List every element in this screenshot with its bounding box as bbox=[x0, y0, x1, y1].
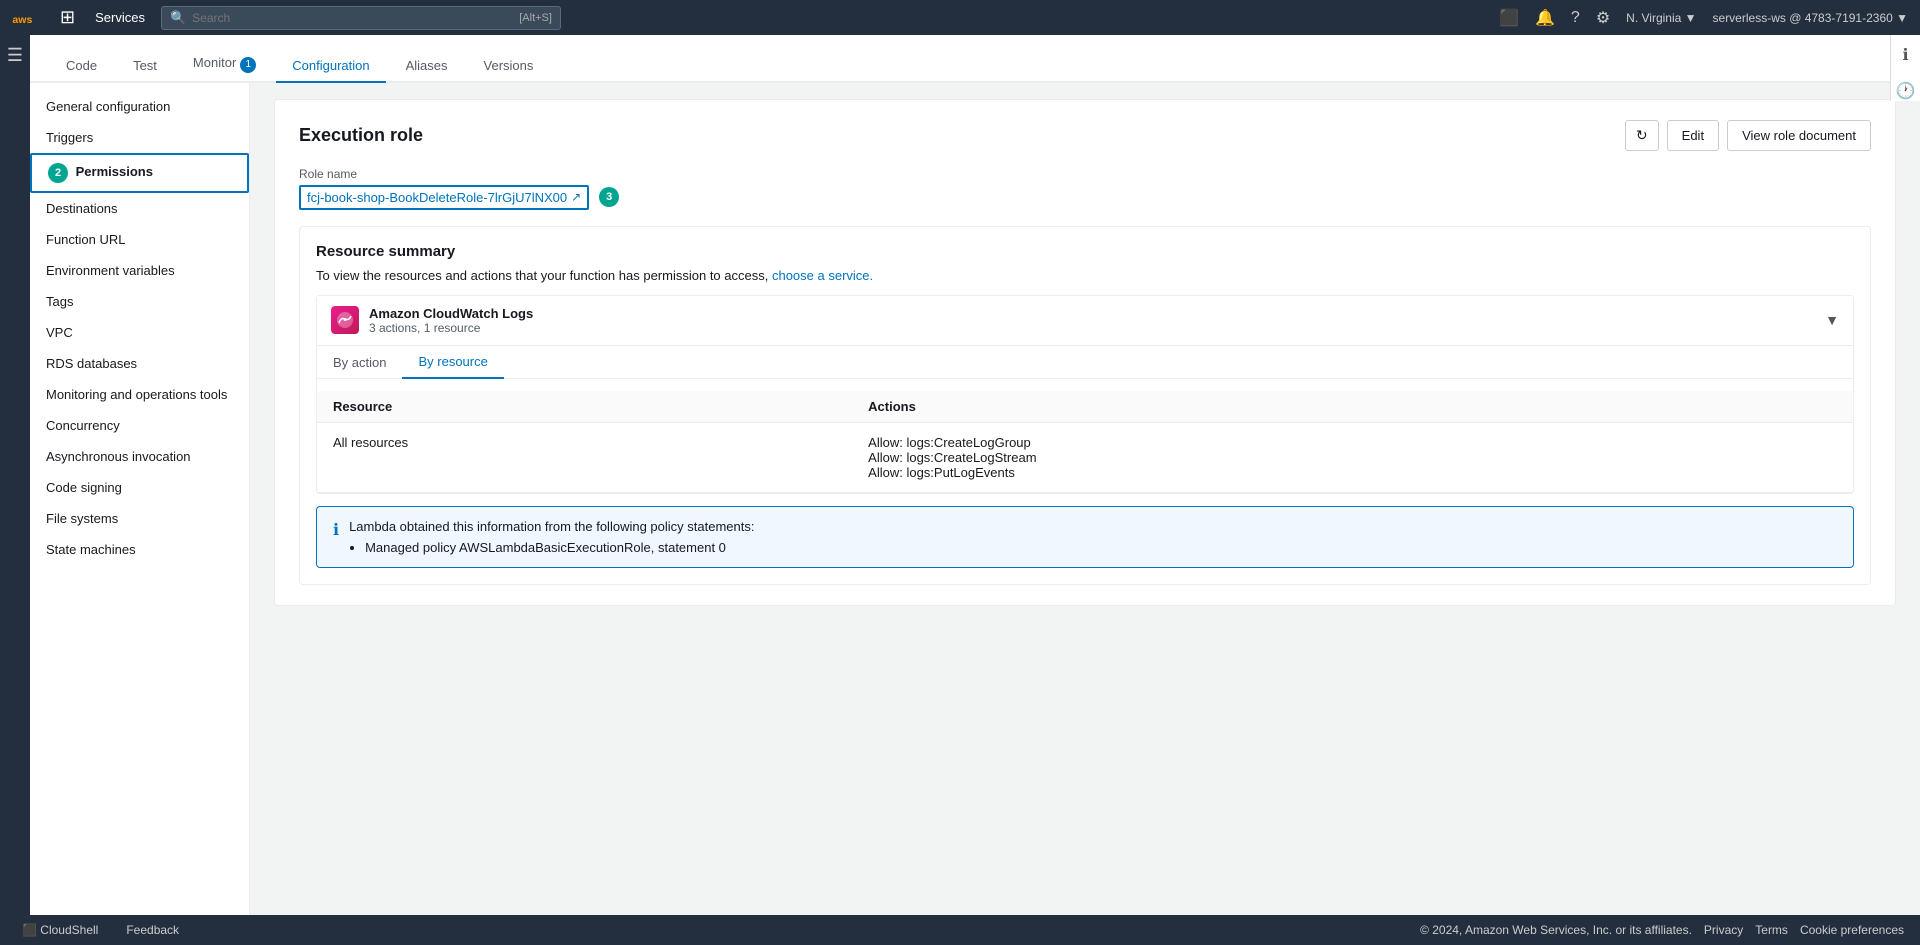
right-panel: ℹ 🕐 bbox=[1890, 35, 1920, 101]
role-name-section: Role name fcj-book-shop-BookDeleteRole-7… bbox=[299, 167, 1871, 210]
nav-general-configuration[interactable]: General configuration bbox=[30, 91, 249, 122]
page-footer: ⬛ CloudShell Feedback © 2024, Amazon Web… bbox=[0, 915, 1920, 945]
nav-state-machines[interactable]: State machines bbox=[30, 534, 249, 565]
main-wrapper: Code Test Monitor1 Configuration Aliases… bbox=[30, 35, 1920, 919]
tab-configuration[interactable]: Configuration bbox=[276, 50, 385, 83]
terms-link[interactable]: Terms bbox=[1755, 923, 1788, 937]
nav-icons: ⬛ 🔔 ? ⚙ N. Virginia ▼ serverless-ws @ 47… bbox=[1499, 8, 1908, 28]
choose-service-link[interactable]: choose a service. bbox=[772, 268, 873, 283]
resource-summary-desc: To view the resources and actions that y… bbox=[316, 268, 1854, 283]
main-panel: Execution role ↻ Edit View role document… bbox=[250, 83, 1920, 919]
svg-text:aws: aws bbox=[12, 13, 32, 25]
info-circle-icon: ℹ bbox=[333, 520, 339, 540]
nav-rds-databases[interactable]: RDS databases bbox=[30, 348, 249, 379]
action-line-1: Allow: logs:CreateLogGroup bbox=[868, 435, 1837, 450]
grid-icon[interactable]: ⊞ bbox=[56, 5, 79, 30]
nav-code-signing[interactable]: Code signing bbox=[30, 472, 249, 503]
nav-region[interactable]: N. Virginia ▼ bbox=[1626, 11, 1696, 25]
tab-monitor[interactable]: Monitor1 bbox=[177, 47, 272, 83]
service-subtitle: 3 actions, 1 resource bbox=[369, 321, 533, 335]
tab-versions[interactable]: Versions bbox=[468, 50, 550, 83]
annotation-2: 2 bbox=[48, 163, 68, 183]
search-shortcut: [Alt+S] bbox=[519, 12, 552, 24]
cloudshell-icon: ⬛ bbox=[22, 923, 37, 937]
table-header-resource: Resource bbox=[317, 391, 852, 423]
tab-bar: Code Test Monitor1 Configuration Aliases… bbox=[30, 35, 1920, 83]
nav-async-invocation[interactable]: Asynchronous invocation bbox=[30, 441, 249, 472]
content-body: General configuration Triggers 2 Permiss… bbox=[30, 83, 1920, 919]
nav-vpc[interactable]: VPC bbox=[30, 317, 249, 348]
nav-permissions[interactable]: 2 Permissions bbox=[30, 153, 249, 193]
section-header: Execution role ↻ Edit View role document bbox=[299, 120, 1871, 151]
service-dropdown: Amazon CloudWatch Logs 3 actions, 1 reso… bbox=[316, 295, 1854, 494]
terminal-icon[interactable]: ⬛ bbox=[1499, 8, 1519, 28]
top-nav: aws ⊞ Services 🔍 [Alt+S] ⬛ 🔔 ? ⚙ N. Virg… bbox=[0, 0, 1920, 35]
footer-right: © 2024, Amazon Web Services, Inc. or its… bbox=[1420, 923, 1904, 937]
nav-function-url[interactable]: Function URL bbox=[30, 224, 249, 255]
sidebar-menu-icon[interactable]: ☰ bbox=[7, 45, 23, 66]
nav-destinations[interactable]: Destinations bbox=[30, 193, 249, 224]
service-name: Amazon CloudWatch Logs bbox=[369, 306, 533, 321]
role-name-label: Role name bbox=[299, 167, 1871, 181]
info-text: Lambda obtained this information from th… bbox=[349, 519, 754, 555]
table-cell-resource: All resources bbox=[317, 422, 852, 492]
annotation-3: 3 bbox=[599, 187, 619, 207]
resource-table: Resource Actions All resources Allow: lo… bbox=[317, 391, 1853, 493]
search-box: 🔍 [Alt+S] bbox=[161, 6, 561, 30]
footer-left: ⬛ CloudShell Feedback bbox=[16, 921, 185, 939]
external-link-icon: ↗ bbox=[571, 190, 581, 204]
page-content: Code Test Monitor1 Configuration Aliases… bbox=[30, 35, 1920, 919]
table-row: All resources Allow: logs:CreateLogGroup… bbox=[317, 422, 1853, 492]
left-sidebar: ☰ bbox=[0, 35, 30, 945]
section-actions: ↻ Edit View role document bbox=[1625, 120, 1871, 151]
nav-concurrency[interactable]: Concurrency bbox=[30, 410, 249, 441]
table-header-actions: Actions bbox=[852, 391, 1853, 423]
left-nav: General configuration Triggers 2 Permiss… bbox=[30, 83, 250, 919]
action-line-3: Allow: logs:PutLogEvents bbox=[868, 465, 1837, 480]
nav-environment-variables[interactable]: Environment variables bbox=[30, 255, 249, 286]
info-icon[interactable]: ℹ bbox=[1902, 45, 1908, 65]
bell-icon[interactable]: 🔔 bbox=[1535, 8, 1555, 28]
info-list-item: Managed policy AWSLambdaBasicExecutionRo… bbox=[365, 540, 754, 555]
refresh-button[interactable]: ↻ bbox=[1625, 120, 1659, 151]
services-button[interactable]: Services bbox=[87, 8, 153, 27]
role-name-link[interactable]: fcj-book-shop-BookDeleteRole-7lrGjU7lNX0… bbox=[299, 185, 589, 210]
cloudshell-button[interactable]: ⬛ CloudShell bbox=[16, 921, 104, 939]
nav-account[interactable]: serverless-ws @ 4783-7191-2360 ▼ bbox=[1713, 11, 1908, 25]
execution-role-title: Execution role bbox=[299, 125, 423, 146]
table-cell-actions: Allow: logs:CreateLogGroup Allow: logs:C… bbox=[852, 422, 1853, 492]
service-dropdown-header[interactable]: Amazon CloudWatch Logs 3 actions, 1 reso… bbox=[317, 296, 1853, 345]
nav-monitoring-operations[interactable]: Monitoring and operations tools bbox=[30, 379, 249, 410]
tab-test[interactable]: Test bbox=[117, 50, 173, 83]
privacy-link[interactable]: Privacy bbox=[1704, 923, 1743, 937]
service-chevron-icon: ▼ bbox=[1825, 312, 1839, 328]
feedback-button[interactable]: Feedback bbox=[120, 921, 185, 939]
search-icon: 🔍 bbox=[170, 10, 186, 26]
info-box: ℹ Lambda obtained this information from … bbox=[316, 506, 1854, 568]
action-line-2: Allow: logs:CreateLogStream bbox=[868, 450, 1837, 465]
tab-code[interactable]: Code bbox=[50, 50, 113, 83]
search-input[interactable] bbox=[192, 11, 513, 25]
info-list: Managed policy AWSLambdaBasicExecutionRo… bbox=[349, 540, 754, 555]
resource-summary: Resource summary To view the resources a… bbox=[299, 226, 1871, 585]
aws-logo: aws bbox=[12, 7, 48, 29]
sub-tab-by-action[interactable]: By action bbox=[317, 346, 402, 379]
cloudwatch-icon bbox=[331, 306, 359, 334]
settings-icon[interactable]: ⚙ bbox=[1596, 8, 1610, 28]
help-icon[interactable]: ? bbox=[1571, 9, 1580, 27]
clock-icon[interactable]: 🕐 bbox=[1896, 81, 1916, 101]
sub-tabs: By action By resource bbox=[317, 345, 1853, 379]
edit-button[interactable]: Edit bbox=[1667, 120, 1719, 151]
tab-aliases[interactable]: Aliases bbox=[390, 50, 464, 83]
execution-role-card: Execution role ↻ Edit View role document… bbox=[274, 99, 1896, 606]
sub-tab-by-resource[interactable]: By resource bbox=[402, 346, 503, 379]
nav-tags[interactable]: Tags bbox=[30, 286, 249, 317]
resource-summary-title: Resource summary bbox=[316, 243, 1854, 260]
monitor-badge: 1 bbox=[240, 57, 256, 73]
view-role-document-button[interactable]: View role document bbox=[1727, 120, 1871, 151]
nav-triggers[interactable]: Triggers bbox=[30, 122, 249, 153]
copyright-text: © 2024, Amazon Web Services, Inc. or its… bbox=[1420, 923, 1692, 937]
cookie-preferences-link[interactable]: Cookie preferences bbox=[1800, 923, 1904, 937]
nav-file-systems[interactable]: File systems bbox=[30, 503, 249, 534]
